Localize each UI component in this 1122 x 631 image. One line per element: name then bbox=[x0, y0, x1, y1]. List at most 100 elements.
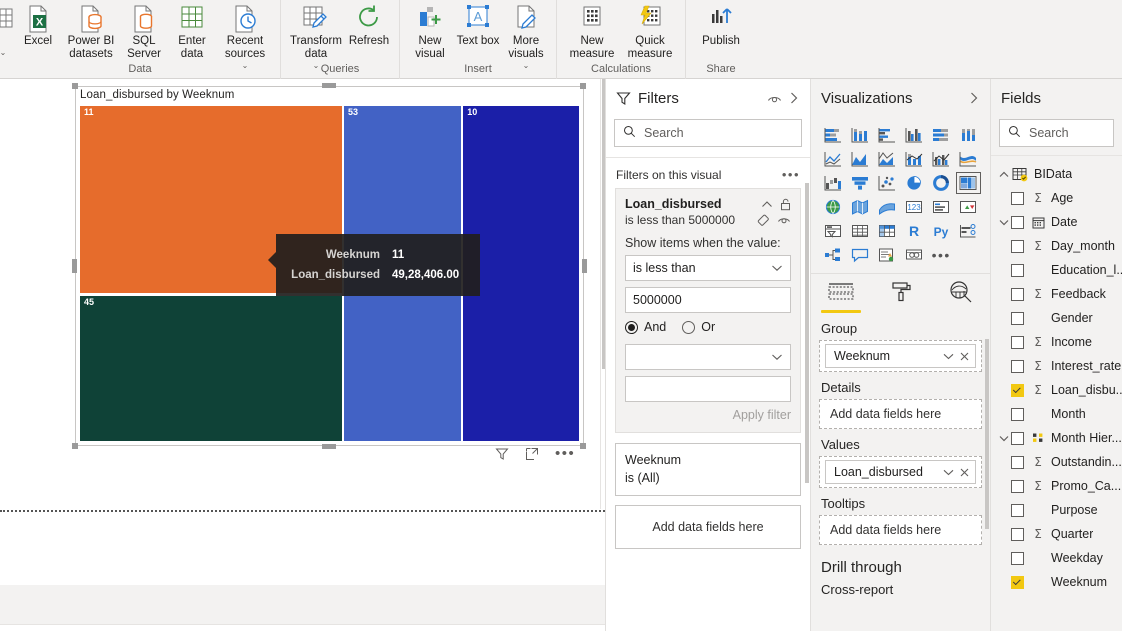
pie-chart-icon[interactable] bbox=[900, 171, 927, 195]
collapse-card-chevron-icon[interactable] bbox=[761, 200, 773, 209]
matrix-icon[interactable] bbox=[873, 219, 900, 243]
r-script-visual-icon[interactable]: R bbox=[900, 219, 927, 243]
resize-handle-bottom-left[interactable] bbox=[72, 443, 78, 449]
fields-tab[interactable] bbox=[821, 280, 861, 313]
ribbon-button-quick-measure[interactable]: Quick measure bbox=[621, 0, 679, 61]
field-row-outstanding[interactable]: Σ Outstandin... bbox=[991, 450, 1122, 474]
resize-handle-top-center[interactable] bbox=[322, 83, 336, 88]
field-row-promo-campaign[interactable]: Σ Promo_Ca... bbox=[991, 474, 1122, 498]
chevron-down-icon[interactable] bbox=[997, 435, 1011, 442]
collapse-pane-chevron-icon[interactable] bbox=[788, 91, 800, 105]
ribbon-button-refresh[interactable]: Refresh bbox=[345, 0, 393, 48]
field-row-day-month[interactable]: Σ Day_month bbox=[991, 234, 1122, 258]
map-icon[interactable] bbox=[819, 195, 846, 219]
resize-handle-middle-right[interactable] bbox=[582, 259, 587, 273]
line-stacked-column-chart-icon[interactable] bbox=[900, 147, 927, 171]
clear-filter-eraser-icon[interactable] bbox=[757, 214, 770, 227]
radio-or[interactable] bbox=[682, 320, 696, 334]
line-clustered-column-chart-icon[interactable] bbox=[928, 147, 955, 171]
ribbon-button-text-box[interactable]: A Text box bbox=[454, 0, 502, 48]
chevron-down-icon[interactable]: ⌄ bbox=[0, 48, 6, 57]
field-row-purpose[interactable]: Purpose bbox=[991, 498, 1122, 522]
ribbon-button-transform-data[interactable]: Transform data ⌄ bbox=[287, 0, 345, 70]
multi-row-card-icon[interactable] bbox=[928, 195, 955, 219]
clustered-column-chart-icon[interactable] bbox=[900, 123, 927, 147]
table-icon[interactable] bbox=[846, 219, 873, 243]
clustered-bar-chart-icon[interactable] bbox=[873, 123, 900, 147]
field-checkbox[interactable] bbox=[1011, 479, 1024, 493]
well-tooltips[interactable]: Add data fields here bbox=[819, 515, 982, 545]
filled-map-icon[interactable] bbox=[846, 195, 873, 219]
python-visual-icon[interactable]: Py bbox=[928, 219, 955, 243]
filters-pane-scrollbar[interactable] bbox=[805, 183, 809, 483]
field-chip-loan-disbursed[interactable]: Loan_disbursed bbox=[825, 460, 976, 484]
field-checkbox[interactable] bbox=[1011, 191, 1024, 205]
scatter-chart-icon[interactable] bbox=[873, 171, 900, 195]
filter-operator-select-2[interactable] bbox=[625, 344, 791, 370]
treemap-visual[interactable]: Loan_disbursed by Weeknum 11 45 53 10 We… bbox=[75, 86, 584, 446]
report-canvas[interactable]: Loan_disbursed by Weeknum 11 45 53 10 We… bbox=[0, 79, 605, 631]
field-checkbox[interactable] bbox=[1011, 311, 1024, 325]
well-details[interactable]: Add data fields here bbox=[819, 399, 982, 429]
field-row-education-level[interactable]: Education_l... bbox=[991, 258, 1122, 282]
ribbon-button-partial-left[interactable]: ⌄ bbox=[0, 0, 14, 57]
filters-search-input[interactable]: Search bbox=[614, 119, 802, 147]
qa-visual-icon[interactable] bbox=[846, 243, 873, 267]
filters-section-more-icon[interactable]: ••• bbox=[782, 168, 800, 181]
analytics-tab[interactable] bbox=[941, 280, 981, 313]
radio-and[interactable] bbox=[625, 320, 638, 334]
treemap-visual-container[interactable]: Loan_disbursed by Weeknum 11 45 53 10 We… bbox=[72, 83, 587, 449]
field-checkbox[interactable] bbox=[1011, 575, 1024, 589]
field-checkbox[interactable] bbox=[1011, 335, 1024, 349]
stacked-area-chart-icon[interactable] bbox=[873, 147, 900, 171]
field-checkbox[interactable] bbox=[1011, 287, 1024, 301]
field-checkbox[interactable] bbox=[1011, 407, 1024, 421]
kpi-icon[interactable] bbox=[955, 195, 982, 219]
fields-pane-scrollbar[interactable] bbox=[1118, 79, 1122, 631]
collapse-pane-chevron-icon[interactable] bbox=[968, 91, 980, 105]
100-stacked-column-chart-icon[interactable] bbox=[955, 123, 982, 147]
ribbon-button-sql-server[interactable]: SQL Server bbox=[120, 0, 168, 61]
apply-filter-button[interactable]: Apply filter bbox=[625, 408, 791, 422]
ribbon-button-powerbi-datasets[interactable]: Power BI datasets bbox=[62, 0, 120, 61]
ribbon-button-excel[interactable]: X Excel bbox=[14, 0, 62, 48]
donut-chart-icon[interactable] bbox=[928, 171, 955, 195]
field-checkbox[interactable] bbox=[1011, 455, 1024, 469]
filter-card-weeknum[interactable]: Weeknum is (All) bbox=[615, 443, 801, 496]
hide-filter-eye-icon[interactable] bbox=[777, 214, 791, 226]
field-row-interest-rate[interactable]: Σ Interest_rate bbox=[991, 354, 1122, 378]
more-visuals-ellipsis-icon[interactable]: ••• bbox=[928, 243, 955, 267]
treemap-plot-area[interactable]: 11 45 53 10 Weeknum 11 Loan_disbursed 49… bbox=[80, 106, 579, 441]
field-row-age[interactable]: Σ Age bbox=[991, 186, 1122, 210]
field-checkbox[interactable] bbox=[1011, 263, 1024, 277]
stacked-bar-chart-icon[interactable] bbox=[819, 123, 846, 147]
field-row-month[interactable]: Month bbox=[991, 402, 1122, 426]
card-icon[interactable]: 123 bbox=[900, 195, 927, 219]
field-checkbox[interactable] bbox=[1011, 383, 1024, 397]
resize-handle-top-left[interactable] bbox=[72, 83, 78, 89]
fields-table-bidata[interactable]: BIData bbox=[991, 162, 1122, 186]
paginated-report-icon[interactable] bbox=[873, 243, 900, 267]
visualizations-pane-scrollbar[interactable] bbox=[985, 339, 989, 529]
stacked-column-chart-icon[interactable] bbox=[846, 123, 873, 147]
well-values[interactable]: Loan_disbursed bbox=[819, 456, 982, 488]
ribbon-button-enter-data[interactable]: Enter data bbox=[168, 0, 216, 61]
smart-narrative-icon[interactable] bbox=[900, 243, 927, 267]
more-options-icon[interactable]: ••• bbox=[555, 446, 575, 461]
field-row-quarter[interactable]: Σ Quarter bbox=[991, 522, 1122, 546]
field-row-date[interactable]: Date bbox=[991, 210, 1122, 234]
field-checkbox[interactable] bbox=[1011, 551, 1024, 565]
decomposition-tree-icon[interactable] bbox=[819, 243, 846, 267]
filter-value-input-2[interactable] bbox=[625, 376, 791, 402]
ribbon-button-more-visuals[interactable]: More visuals ⌄ bbox=[502, 0, 550, 70]
chevron-up-icon[interactable] bbox=[997, 171, 1011, 178]
field-row-weeknum[interactable]: Weeknum bbox=[991, 570, 1122, 594]
resize-handle-middle-left[interactable] bbox=[72, 259, 77, 273]
field-row-month-hierarchy[interactable]: Month Hier... bbox=[991, 426, 1122, 450]
field-row-weekday[interactable]: Weekday bbox=[991, 546, 1122, 570]
ribbon-button-new-measure[interactable]: New measure bbox=[563, 0, 621, 61]
line-chart-icon[interactable] bbox=[819, 147, 846, 171]
lock-filter-icon[interactable] bbox=[780, 198, 791, 211]
funnel-chart-icon[interactable] bbox=[846, 171, 873, 195]
ribbon-button-publish[interactable]: Publish bbox=[692, 0, 750, 48]
